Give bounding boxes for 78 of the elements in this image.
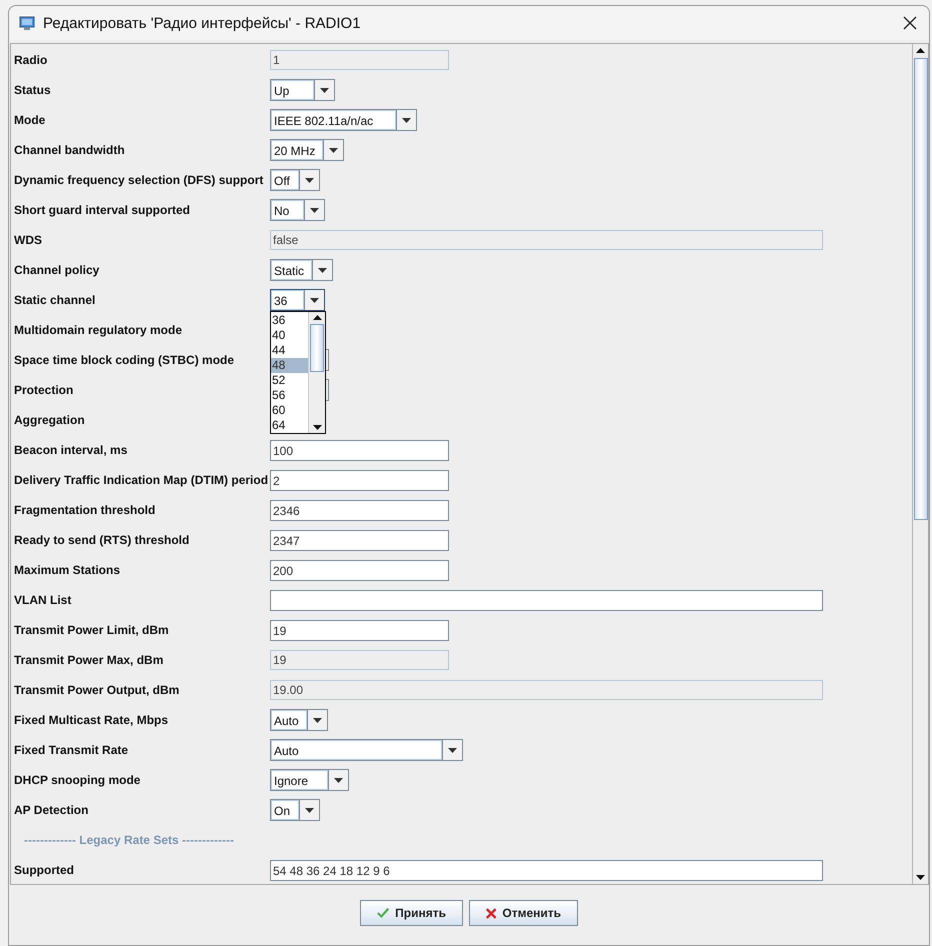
field-label: Maximum Stations	[14, 563, 122, 577]
caret-icon	[334, 778, 343, 782]
readonly-field: 1	[270, 50, 449, 70]
scrollbar[interactable]	[308, 312, 325, 433]
field-label: Static channel	[14, 293, 96, 307]
dropdown[interactable]: Static	[270, 259, 333, 281]
caret-icon	[448, 748, 457, 752]
list-option[interactable]: 52	[271, 373, 308, 388]
readonly-field: false	[270, 230, 823, 250]
caret-icon	[402, 118, 411, 122]
caret-icon	[313, 718, 322, 722]
field-label: Ready to send (RTS) threshold	[14, 533, 190, 547]
field-label: Aggregation	[14, 413, 86, 427]
list-option[interactable]: 44	[271, 343, 308, 358]
dropdown[interactable]: IEEE 802.11a/n/ac	[270, 109, 417, 131]
dropdown[interactable]: Off	[270, 169, 320, 191]
field-label: Beacon interval, ms	[14, 443, 128, 457]
field-label: WDS	[14, 233, 43, 247]
list-option[interactable]: 36	[271, 313, 308, 328]
field-label: Channel bandwidth	[14, 143, 126, 157]
dropdown[interactable]: Up	[270, 79, 335, 101]
dropdown[interactable]: Auto	[270, 739, 463, 761]
field-label: DHCP snooping mode	[14, 773, 142, 787]
close-icon[interactable]	[903, 16, 917, 30]
scrollbar[interactable]	[912, 44, 928, 884]
field-label: Supported	[14, 863, 75, 877]
field-label: Mode	[14, 113, 46, 127]
readonly-field: 19	[270, 650, 449, 670]
field-label: Transmit Power Limit, dBm	[14, 623, 170, 637]
field-label: AP Detection	[14, 803, 90, 817]
checkmark-icon	[377, 907, 390, 919]
input-field[interactable]: 2346	[270, 500, 449, 520]
caret-icon	[329, 148, 338, 152]
readonly-field: 19.00	[270, 680, 823, 700]
cross-icon	[486, 906, 496, 920]
field-label: Space time block coding (STBC) mode	[14, 353, 236, 367]
field-label: Fixed Transmit Rate	[14, 743, 130, 757]
field-label: Dynamic frequency selection (DFS) support	[14, 173, 264, 187]
dropdown[interactable]: Ignore	[270, 769, 349, 791]
dropdown[interactable]: On	[270, 799, 320, 821]
input-field[interactable]: 2	[270, 470, 449, 490]
accept-button[interactable]: Принять	[360, 900, 463, 926]
dropdown[interactable]: No	[270, 199, 325, 221]
field-label: Status	[14, 83, 52, 97]
caret-icon	[310, 298, 319, 302]
input-field[interactable]: 54 48 36 24 18 12 9 6	[270, 860, 823, 880]
field-label: Transmit Power Max, dBm	[14, 653, 164, 667]
field-label: Fragmentation threshold	[14, 503, 156, 517]
field-label: Multidomain regulatory mode	[14, 323, 184, 337]
input-field[interactable]: 100	[270, 440, 449, 460]
field-label: Radio	[14, 53, 48, 67]
field-label: Delivery Traffic Indication Map (DTIM) period	[14, 473, 270, 487]
cancel-button[interactable]: Отменить	[469, 900, 578, 926]
list-option[interactable]: 56	[271, 388, 308, 403]
list-option[interactable]: 64	[271, 418, 308, 433]
input-field[interactable]: 2347	[270, 530, 449, 550]
caret-icon	[318, 268, 327, 272]
field-label: Channel policy	[14, 263, 100, 277]
field-label: VLAN List	[14, 593, 72, 607]
monitor-icon	[19, 15, 35, 31]
caret-icon	[305, 808, 314, 812]
section-heading: ------------- Legacy Rate Sets -------------	[23, 833, 235, 847]
window-title: Редактировать 'Радио интерфейсы' - RADIO1	[43, 14, 362, 32]
list-option[interactable]: 60	[271, 403, 308, 418]
field-label: Fixed Multicast Rate, Mbps	[14, 713, 170, 727]
input-field[interactable]	[270, 590, 823, 610]
list-option[interactable]: 40	[271, 328, 308, 343]
caret-icon	[310, 208, 319, 212]
list-option[interactable]: 48	[271, 358, 308, 373]
dropdown[interactable]: Auto	[270, 709, 328, 731]
field-label: Transmit Power Output, dBm	[14, 683, 180, 697]
input-field[interactable]: 200	[270, 560, 449, 580]
caret-icon	[320, 88, 329, 92]
dropdown[interactable]: 20 MHz	[270, 139, 344, 161]
caret-icon	[305, 178, 314, 182]
field-label: Short guard interval supported	[14, 203, 192, 217]
field-label: Protection	[14, 383, 74, 397]
input-field[interactable]: 19	[270, 620, 449, 640]
